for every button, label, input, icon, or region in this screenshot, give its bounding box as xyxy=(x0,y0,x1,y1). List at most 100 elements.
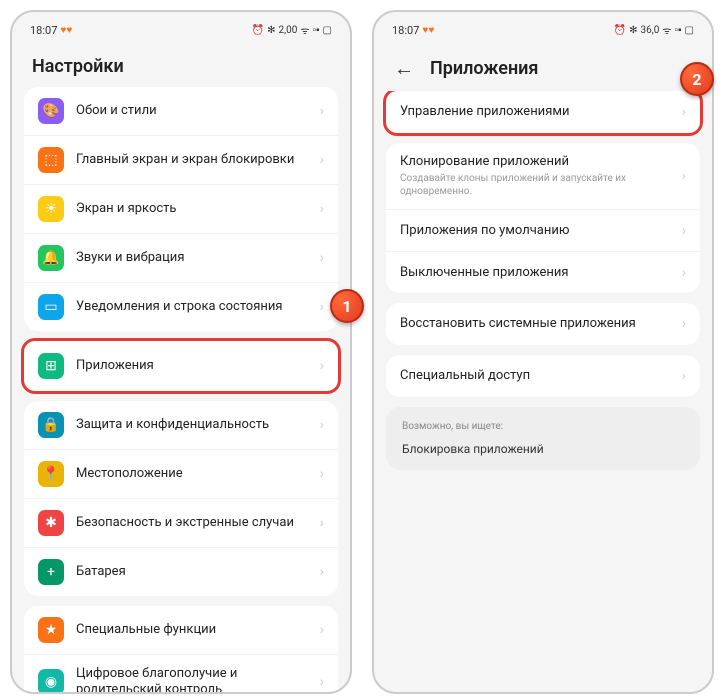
item-label: Приложения по умолчанию xyxy=(400,223,682,239)
item-app-cloning[interactable]: Клонирование приложений Создавайте клоны… xyxy=(386,143,700,209)
item-privacy[interactable]: 🔒 Защита и конфиденциальность › xyxy=(24,401,338,449)
page-title: Приложения xyxy=(430,58,538,79)
chevron-right-icon: › xyxy=(320,201,324,217)
item-label: Батарея xyxy=(76,564,320,580)
chevron-right-icon: › xyxy=(682,368,686,384)
item-digital-wellbeing[interactable]: ◉ Цифровое благополучие и родительский к… xyxy=(24,654,338,692)
suggestion-title: Возможно, вы ищете: xyxy=(402,421,684,432)
item-label: Экран и яркость xyxy=(76,201,320,217)
item-label: Управление приложениями xyxy=(400,104,682,120)
item-notifications[interactable]: ▭ Уведомления и строка состояния › xyxy=(24,282,338,331)
settings-group-security: 🔒 Защита и конфиденциальность › 📍 Местоп… xyxy=(24,401,338,596)
wellbeing-icon: ◉ xyxy=(38,669,64,692)
chevron-right-icon: › xyxy=(320,622,324,638)
status-time: 18:07 xyxy=(392,24,419,37)
item-location[interactable]: 📍 Местоположение › xyxy=(24,449,338,498)
item-battery[interactable]: + Батарея › xyxy=(24,547,338,596)
status-bar: 18:07 ♥♥ ⏰ ✻ 2,00 ᯤ ▫▪ ▢ xyxy=(12,12,350,44)
page-title: Настройки xyxy=(32,56,124,77)
item-label: Цифровое благополучие и родительский кон… xyxy=(76,666,320,692)
annotation-badge-1: 1 xyxy=(330,289,364,323)
location-icon: 📍 xyxy=(38,461,64,487)
bluetooth-icon: ✻ xyxy=(267,25,275,36)
settings-group-display: 🎨 Обои и стили › ⬚ Главный экран и экран… xyxy=(24,87,338,331)
item-homescreen[interactable]: ⬚ Главный экран и экран блокировки › xyxy=(24,135,338,184)
notification-icon: ▭ xyxy=(38,294,64,320)
item-restore-system-apps[interactable]: Восстановить системные приложения › xyxy=(386,303,700,345)
item-label: Главный экран и экран блокировки xyxy=(76,152,320,168)
item-label: Местоположение xyxy=(76,466,320,482)
page-header: ← Приложения xyxy=(374,44,712,91)
brightness-icon: ☀ xyxy=(38,196,64,222)
item-label: Выключенные приложения xyxy=(400,265,682,281)
bell-icon: 🔔 xyxy=(38,245,64,271)
chevron-right-icon: › xyxy=(320,250,324,266)
item-label: Обои и стили xyxy=(76,103,320,119)
apps-grid-icon: ⊞ xyxy=(38,353,64,379)
signal-icon: ▫▪ xyxy=(312,25,319,36)
item-label: Безопасность и экстренные случаи xyxy=(76,515,320,531)
emergency-icon: ✱ xyxy=(38,510,64,536)
shield-icon: 🔒 xyxy=(38,412,64,438)
item-label: Специальные функции xyxy=(76,622,320,638)
item-label: Звуки и вибрация xyxy=(76,250,320,266)
item-wallpaper[interactable]: 🎨 Обои и стили › xyxy=(24,87,338,135)
item-sound[interactable]: 🔔 Звуки и вибрация › xyxy=(24,233,338,282)
highlighted-apps-item: ⊞ Приложения › xyxy=(21,338,341,394)
settings-list[interactable]: 🎨 Обои и стили › ⬚ Главный экран и экран… xyxy=(12,87,350,692)
battery-icon: ▢ xyxy=(685,25,694,36)
chevron-right-icon: › xyxy=(320,564,324,580)
item-disabled-apps[interactable]: Выключенные приложения › xyxy=(386,251,700,293)
page-header: Настройки xyxy=(12,44,350,87)
status-hearts-icon: ♥♥ xyxy=(60,25,72,36)
chevron-right-icon: › xyxy=(682,104,686,120)
item-sublabel: Создавайте клоны приложений и запускайте… xyxy=(400,172,682,198)
chevron-right-icon: › xyxy=(320,674,324,690)
alarm-icon: ⏰ xyxy=(614,25,626,36)
apps-group-1: Клонирование приложений Создавайте клоны… xyxy=(386,143,700,293)
item-special-access[interactable]: Специальный доступ › xyxy=(386,355,700,397)
chevron-right-icon: › xyxy=(320,417,324,433)
annotation-badge-2: 2 xyxy=(680,62,714,96)
chevron-right-icon: › xyxy=(682,316,686,332)
item-app-management[interactable]: Управление приложениями › xyxy=(386,91,700,133)
item-display[interactable]: ☀ Экран и яркость › xyxy=(24,184,338,233)
item-label: Специальный доступ xyxy=(400,368,682,384)
settings-group-special: ★ Специальные функции › ◉ Цифровое благо… xyxy=(24,606,338,692)
phone-apps: 18:07 ♥♥ ⏰ ✻ 36,0 ᯤ ▫▪ ▢ ← Приложения Уп… xyxy=(372,10,714,694)
item-label: Приложения xyxy=(76,358,320,374)
chevron-right-icon: › xyxy=(682,223,686,239)
chevron-right-icon: › xyxy=(320,103,324,119)
back-arrow-icon[interactable]: ← xyxy=(394,56,414,81)
net-speed: 36,0 xyxy=(640,25,659,36)
chevron-right-icon: › xyxy=(320,515,324,531)
apps-group-3: Специальный доступ › xyxy=(386,355,700,397)
chevron-right-icon: › xyxy=(320,299,324,315)
battery-icon: ▢ xyxy=(323,25,332,36)
palette-icon: 🎨 xyxy=(38,98,64,124)
chevron-right-icon: › xyxy=(320,152,324,168)
net-speed: 2,00 xyxy=(278,25,297,36)
item-label: Восстановить системные приложения xyxy=(400,316,682,332)
item-label: Уведомления и строка состояния xyxy=(76,299,320,315)
home-icon: ⬚ xyxy=(38,147,64,173)
alarm-icon: ⏰ xyxy=(252,25,264,36)
bluetooth-icon: ✻ xyxy=(629,25,637,36)
suggestion-item[interactable]: Блокировка приложений xyxy=(402,442,684,456)
star-icon: ★ xyxy=(38,617,64,643)
chevron-right-icon: › xyxy=(320,466,324,482)
chevron-right-icon: › xyxy=(682,265,686,281)
status-hearts-icon: ♥♥ xyxy=(422,25,434,36)
item-label: Клонирование приложений xyxy=(400,154,682,170)
battery-icon: + xyxy=(38,559,64,585)
apps-list[interactable]: Управление приложениями › Клонирование п… xyxy=(374,91,712,692)
status-bar: 18:07 ♥♥ ⏰ ✻ 36,0 ᯤ ▫▪ ▢ xyxy=(374,12,712,44)
item-label: Защита и конфиденциальность xyxy=(76,417,320,433)
item-special-features[interactable]: ★ Специальные функции › xyxy=(24,606,338,654)
item-default-apps[interactable]: Приложения по умолчанию › xyxy=(386,209,700,251)
item-apps[interactable]: ⊞ Приложения › xyxy=(24,341,338,391)
chevron-right-icon: › xyxy=(682,168,686,184)
item-emergency[interactable]: ✱ Безопасность и экстренные случаи › xyxy=(24,498,338,547)
signal-icon: ▫▪ xyxy=(674,25,681,36)
wifi-icon: ᯤ xyxy=(662,23,671,37)
